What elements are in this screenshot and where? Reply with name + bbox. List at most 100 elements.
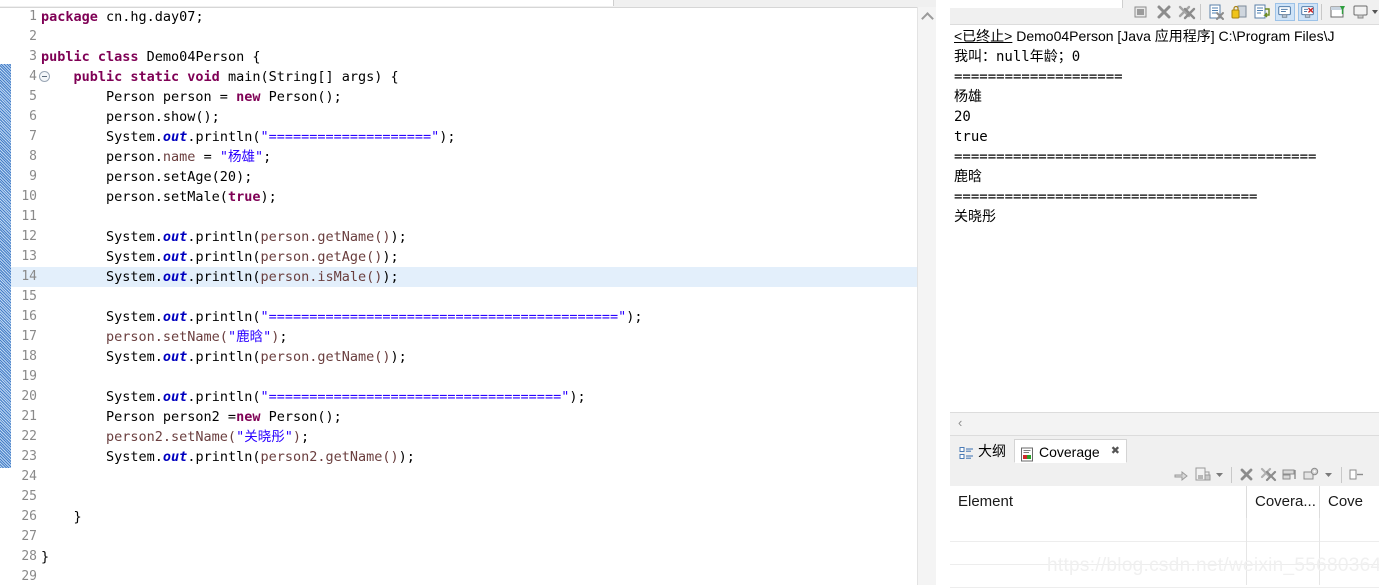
- view-toolbar-separator-2: [1341, 467, 1342, 483]
- tab-outline-label: 大纲: [978, 443, 1006, 459]
- code-line[interactable]: 14 System.out.println(person.isMale());: [11, 267, 917, 287]
- import-session-icon[interactable]: [1194, 466, 1212, 483]
- code-text: System.out.println(person2.getName());: [41, 449, 415, 465]
- close-icon[interactable]: ✖: [1111, 445, 1123, 457]
- clear-console-icon[interactable]: [1206, 3, 1226, 21]
- tab-outline[interactable]: 大纲: [954, 439, 1014, 463]
- remove-all-terminated-icon[interactable]: [1177, 3, 1197, 21]
- pin-console-icon[interactable]: [1328, 3, 1348, 21]
- scroll-left-icon[interactable]: ‹: [958, 415, 972, 431]
- line-number: 2: [29, 29, 37, 44]
- terminate-icon[interactable]: [1131, 3, 1151, 21]
- remove-session-icon[interactable]: [1238, 466, 1256, 483]
- show-console-on-output-icon[interactable]: [1275, 3, 1295, 21]
- code-line[interactable]: 21 Person person2 =new Person();: [11, 407, 917, 427]
- code-line[interactable]: 24: [11, 467, 917, 487]
- word-wrap-icon[interactable]: [1252, 3, 1272, 21]
- coverage-icon: [1020, 445, 1035, 462]
- code-line[interactable]: 10 person.setMale(true);: [11, 187, 917, 207]
- console-view-toolbar: [950, 0, 1379, 25]
- source-code-lines[interactable]: 1 package cn.hg.day07; 2 3 public class Demo…: [11, 7, 917, 585]
- editor-change-marker-bar: [0, 64, 11, 468]
- code-line[interactable]: 25: [11, 487, 917, 507]
- code-line[interactable]: 8 person.name = "杨雄";: [11, 147, 917, 167]
- relaunch-coverage-icon[interactable]: [1172, 466, 1190, 483]
- editor-active-tab[interactable]: [0, 0, 614, 6]
- line-number: 28: [21, 549, 37, 564]
- line-number: 21: [21, 409, 37, 424]
- link-with-selection-icon[interactable]: [1348, 466, 1366, 483]
- chevron-down-icon[interactable]: [1369, 3, 1379, 21]
- code-line[interactable]: 26 }: [11, 507, 917, 527]
- code-text: System.out.println(person.getName());: [41, 349, 407, 365]
- editor-console-divider[interactable]: [936, 0, 950, 585]
- console-horizontal-scrollbar[interactable]: ‹: [950, 412, 1379, 436]
- console-output-text[interactable]: 我叫：null年龄；0 ==================== 杨雄 20 t…: [954, 47, 1379, 412]
- editor-vertical-scrollbar[interactable]: [917, 7, 937, 585]
- code-line[interactable]: 22 person2.setName("关晓彤");: [11, 427, 917, 447]
- code-line[interactable]: 3 public class Demo04Person {: [11, 47, 917, 67]
- tab-coverage[interactable]: Coverage ✖: [1014, 439, 1127, 463]
- coverage-table-header: Element Covera... Cove: [950, 486, 1379, 519]
- code-text: person.setAge(20);: [41, 169, 253, 185]
- code-line[interactable]: 27: [11, 527, 917, 547]
- line-number: 23: [21, 449, 37, 464]
- line-number: 27: [21, 529, 37, 544]
- remove-launch-icon[interactable]: [1154, 3, 1174, 21]
- line-number: 29: [21, 569, 37, 584]
- code-line[interactable]: 12 System.out.println(person.getName());: [11, 227, 917, 247]
- eclipse-ide-window: 1 package cn.hg.day07; 2 3 public class Demo…: [0, 0, 1379, 588]
- column-header-coverage-ratio[interactable]: Covera...: [1247, 486, 1319, 518]
- import-session-menu-icon[interactable]: [1213, 466, 1231, 483]
- code-line[interactable]: 7 System.out.println("==================…: [11, 127, 917, 147]
- blog-watermark: https://blog.csdn.net/weixin_55680364: [1047, 555, 1379, 576]
- toolbar-separator: [1200, 4, 1201, 20]
- code-line[interactable]: 23 System.out.println(person2.getName())…: [11, 447, 917, 467]
- column-header-covered[interactable]: Cove: [1320, 486, 1379, 518]
- code-text: System.out.println(person.getAge());: [41, 249, 399, 265]
- code-line[interactable]: 20 System.out.println("=================…: [11, 387, 917, 407]
- tab-coverage-label: Coverage: [1039, 444, 1100, 460]
- line-number: 7: [29, 129, 37, 144]
- line-number: 5: [29, 89, 37, 104]
- code-line[interactable]: 6 person.show();: [11, 107, 917, 127]
- code-line[interactable]: 5 Person person = new Person();: [11, 87, 917, 107]
- code-line[interactable]: 2: [11, 27, 917, 47]
- display-selected-console-icon[interactable]: [1351, 3, 1371, 21]
- line-number: 13: [21, 249, 37, 264]
- code-line[interactable]: 4 public static void main(String[] args)…: [11, 67, 917, 87]
- view-tab-strip: 大纲 Coverage ✖: [950, 436, 1379, 464]
- code-line[interactable]: 18 System.out.println(person.getName());: [11, 347, 917, 367]
- line-number: 4: [29, 69, 37, 84]
- session-menu-icon[interactable]: [1322, 466, 1340, 483]
- scroll-up-arrow-icon[interactable]: [918, 7, 937, 24]
- line-number: 14: [21, 269, 37, 284]
- java-editor-pane: 1 package cn.hg.day07; 2 3 public class Demo…: [0, 0, 937, 585]
- table-row[interactable]: [950, 518, 1379, 542]
- code-line[interactable]: 1 package cn.hg.day07;: [11, 7, 917, 27]
- code-line[interactable]: 15: [11, 287, 917, 307]
- line-number: 15: [21, 289, 37, 304]
- session-settings-icon[interactable]: [1302, 466, 1320, 483]
- code-text: Person person = new Person();: [41, 89, 342, 105]
- column-header-element[interactable]: Element: [950, 486, 1246, 518]
- code-line[interactable]: 11: [11, 207, 917, 227]
- line-number: 16: [21, 309, 37, 324]
- collapse-all-icon[interactable]: [1281, 466, 1299, 483]
- code-line[interactable]: 17 person.setName("鹿晗");: [11, 327, 917, 347]
- view-toolbar-separator: [1231, 467, 1232, 483]
- scroll-lock-icon[interactable]: [1229, 3, 1249, 21]
- remove-all-sessions-icon[interactable]: [1260, 466, 1278, 483]
- console-tab-corner: [950, 0, 1123, 8]
- line-number: 6: [29, 109, 37, 124]
- code-line[interactable]: 29: [11, 567, 917, 587]
- code-line[interactable]: 16 System.out.println("=================…: [11, 307, 917, 327]
- code-line[interactable]: 9 person.setAge(20);: [11, 167, 917, 187]
- code-line[interactable]: 28}: [11, 547, 917, 567]
- show-console-on-error-icon[interactable]: [1298, 3, 1318, 21]
- line-number: 19: [21, 369, 37, 384]
- code-text: System.out.println(person.isMale());: [41, 269, 399, 285]
- code-text: person.show();: [41, 109, 220, 125]
- code-line[interactable]: 19: [11, 367, 917, 387]
- code-line[interactable]: 13 System.out.println(person.getAge());: [11, 247, 917, 267]
